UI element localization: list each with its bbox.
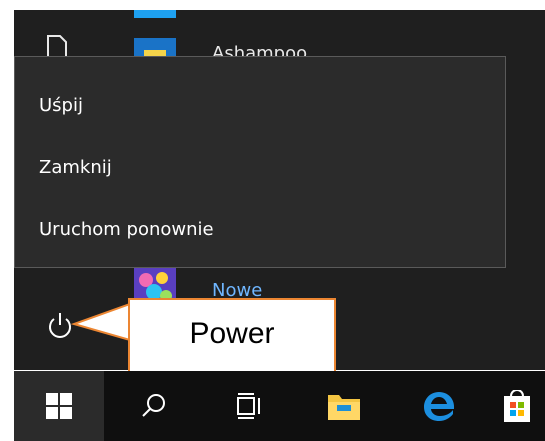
callout-text: Power: [189, 317, 275, 350]
windows-start-icon: [46, 393, 72, 419]
menu-item-sleep[interactable]: Uśpij: [15, 75, 505, 137]
search-button[interactable]: [109, 371, 199, 441]
menu-item-restart[interactable]: Uruchom ponownie: [15, 199, 505, 261]
tile-top-icon: [134, 10, 176, 18]
power-options-menu: Uśpij Zamknij Uruchom ponownie: [14, 56, 506, 268]
menu-item-shutdown[interactable]: Zamknij: [15, 137, 505, 199]
start-button[interactable]: [14, 371, 104, 441]
task-view-button[interactable]: [204, 371, 294, 441]
file-explorer-icon: [328, 395, 360, 420]
search-icon: [142, 394, 165, 417]
taskbar: [14, 371, 545, 441]
power-callout: Power: [128, 298, 336, 376]
edge-icon: [424, 392, 455, 421]
edge-button[interactable]: [394, 371, 484, 441]
task-view-icon: [237, 393, 260, 419]
file-explorer-button[interactable]: [299, 371, 389, 441]
store-button[interactable]: [489, 371, 545, 441]
app-tile-top[interactable]: [134, 10, 176, 18]
store-icon: [504, 390, 530, 422]
